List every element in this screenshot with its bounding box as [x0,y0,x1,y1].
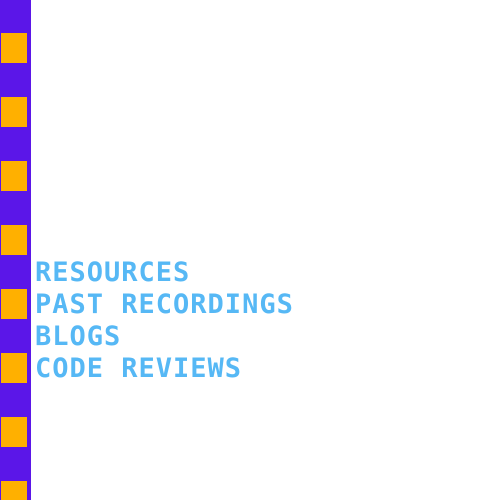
stripe-square [1,289,27,319]
nav-link-code-reviews[interactable]: CODE REVIEWS [35,353,294,385]
stripe-square [1,225,27,255]
nav-link-past-recordings[interactable]: PAST RECORDINGS [35,289,294,321]
nav-menu: RESOURCES PAST RECORDINGS BLOGS CODE REV… [35,257,294,385]
decorative-side-stripe [0,0,31,500]
stripe-square [1,161,27,191]
stripe-square [1,353,27,383]
stripe-square [1,417,27,447]
nav-link-blogs[interactable]: BLOGS [35,321,294,353]
page: RESOURCES PAST RECORDINGS BLOGS CODE REV… [0,0,500,500]
stripe-square [1,33,27,63]
stripe-square [1,97,27,127]
nav-link-resources[interactable]: RESOURCES [35,257,294,289]
stripe-square [1,481,27,500]
